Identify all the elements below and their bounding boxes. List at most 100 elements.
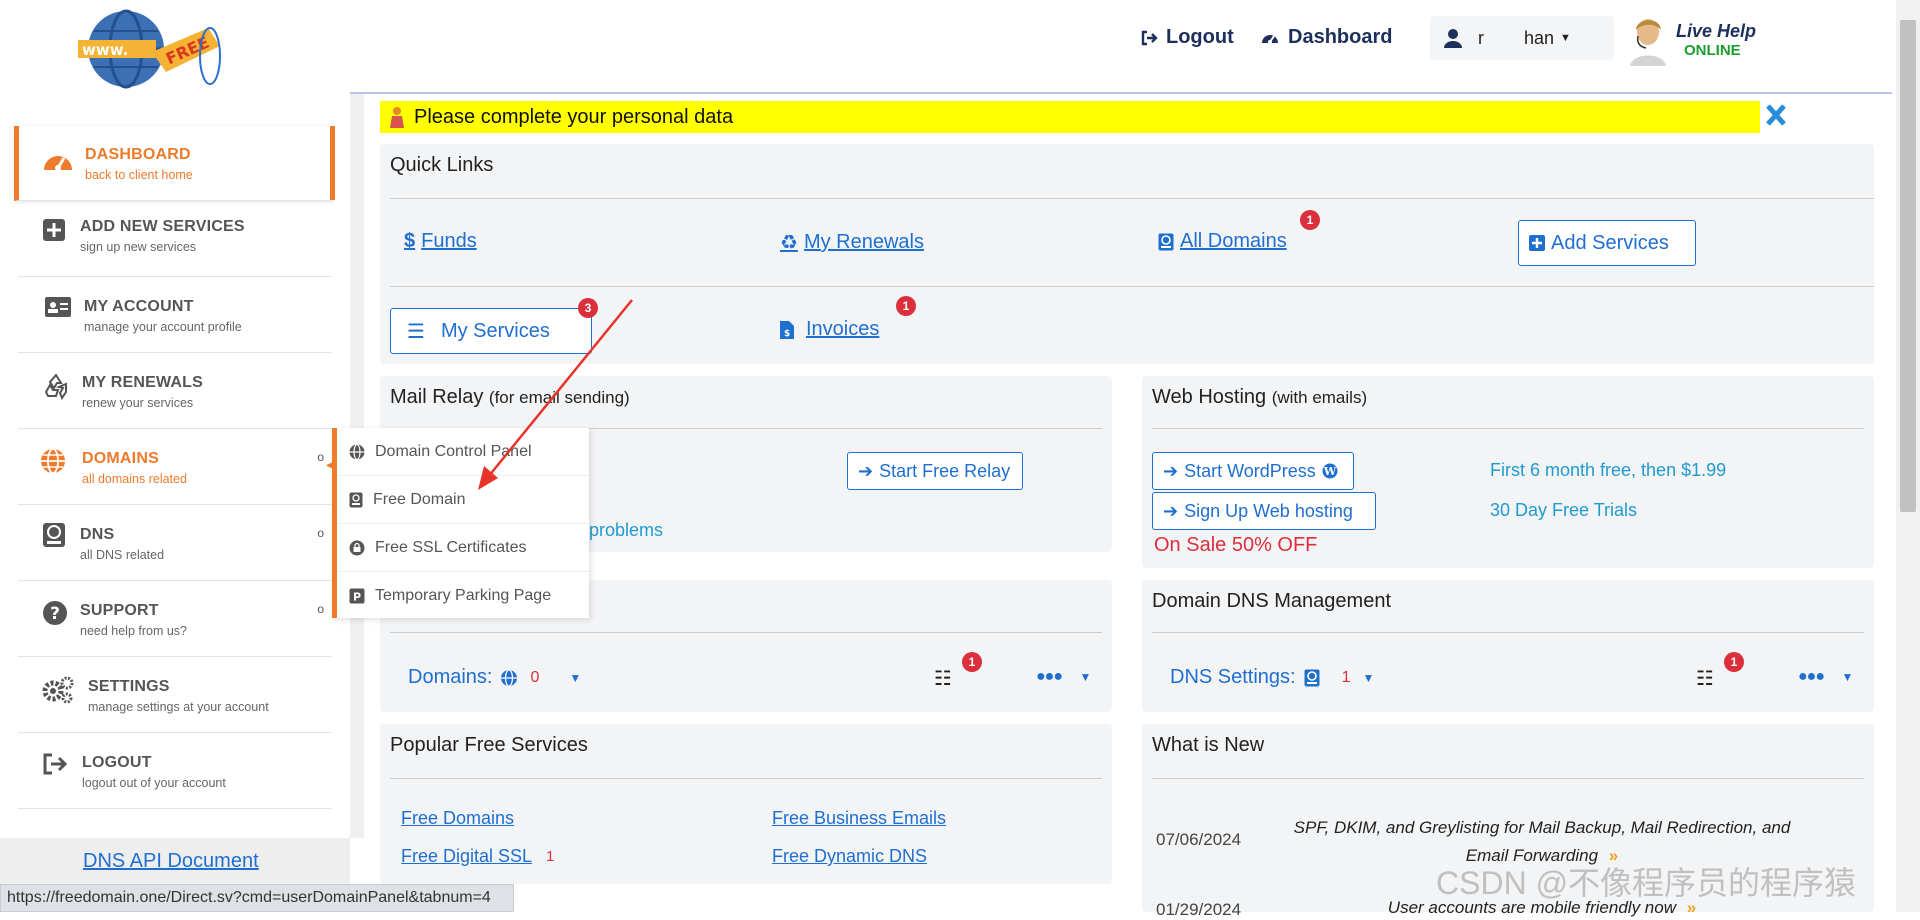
all-domains-link[interactable]: All Domains [1158, 230, 1287, 253]
globe-icon [349, 443, 365, 460]
svg-text:www.: www. [82, 41, 128, 59]
sidebar-item-subtitle: renew your services [82, 396, 194, 410]
sidebar-item-dns[interactable]: DNS all DNS related o [18, 506, 332, 581]
recycle-icon: ♻ [780, 232, 798, 254]
sidebar-item-add-new-services[interactable]: ADD NEW SERVICES sign up new services [18, 202, 332, 277]
sidebar-item-title: SETTINGS [88, 678, 170, 695]
free-digital-ssl-link[interactable]: Free Digital SSL [401, 846, 532, 867]
invoices-label: Invoices [806, 318, 880, 340]
sidebar-item-my-account[interactable]: MY ACCOUNT manage your account profile [18, 278, 332, 353]
sign-up-web-hosting-label: Sign Up Web hosting [1184, 500, 1353, 521]
sidebar-item-subtitle: sign up new services [80, 240, 197, 254]
web-hosting-panel: Web Hosting (with emails) ➔ Start WordPr… [1142, 376, 1874, 568]
start-free-relay-button[interactable]: ➔ Start Free Relay [847, 452, 1023, 490]
funds-link[interactable]: $ Funds [404, 230, 477, 253]
submenu-bullet: o [317, 450, 324, 464]
dns-server-icon [43, 523, 65, 547]
sidebar-item-title: MY RENEWALS [82, 374, 204, 391]
sidebar-item-support[interactable]: ? SUPPORT need help from us? o [18, 582, 332, 657]
divider [1152, 428, 1864, 429]
news-date: 01/29/2024 [1156, 900, 1242, 919]
sidebar-item-subtitle: manage your account profile [84, 320, 242, 334]
sidebar-item-logout[interactable]: LOGOUT logout out of your account [18, 734, 332, 809]
submenu-item-parking-page[interactable]: P Temporary Parking Page [337, 572, 589, 619]
live-help-widget[interactable]: Live Help ONLINE [1628, 14, 1756, 66]
sidebar-item-domains[interactable]: DOMAINS all domains related o [18, 430, 332, 505]
web-hosting-title-text: Web Hosting [1152, 386, 1267, 408]
user-icon [1444, 29, 1462, 48]
sidebar-item-subtitle: all domains related [82, 472, 187, 486]
dns-settings-dropdown[interactable]: DNS Settings: 1 ▼ [1170, 666, 1374, 689]
sidebar-item-subtitle: logout out of your account [82, 776, 226, 790]
user-menu-dropdown[interactable]: r han ▼ [1430, 16, 1614, 60]
site-logo[interactable]: www. FREE [74, 6, 226, 92]
arrow-circle-right-icon: ➔ [1163, 460, 1179, 481]
list-icon: ☰ [407, 320, 425, 343]
start-wordpress-button[interactable]: ➔ Start WordPress W [1152, 452, 1354, 490]
submenu-label: Temporary Parking Page [375, 586, 552, 604]
personal-data-banner: Please complete your personal data [380, 101, 1760, 133]
dns-api-document-link[interactable]: DNS API Document [83, 850, 259, 873]
my-renewals-link[interactable]: ♻ My Renewals [780, 230, 924, 255]
cogs-icon [42, 676, 74, 704]
add-services-label: Add Services [1551, 231, 1669, 254]
recycle-icon [44, 373, 67, 400]
web-hosting-title: Web Hosting (with emails) [1152, 386, 1367, 409]
warning-person-icon [390, 107, 404, 128]
domains-dropdown[interactable]: Domains: 0 ▼ [408, 666, 581, 689]
domains-label: Domains: [408, 666, 493, 688]
watermark: CSDN @不像程序员的程序猿 [1436, 865, 1857, 901]
invoices-badge: 1 [896, 296, 916, 316]
svg-text:$: $ [784, 329, 790, 339]
funds-label: Funds [421, 230, 477, 252]
dashboard-gauge-icon [1262, 34, 1278, 44]
globe-icon [41, 448, 65, 474]
submenu-item-free-ssl[interactable]: Free SSL Certificates [337, 524, 589, 572]
arrow-circle-right-icon: ➔ [858, 460, 874, 481]
free-business-emails-link[interactable]: Free Business Emails [772, 808, 946, 829]
divider [390, 198, 1874, 199]
sale-text: On Sale 50% OFF [1154, 534, 1318, 556]
caret-down-icon: ▼ [569, 670, 582, 685]
logout-label: Logout [1166, 26, 1234, 48]
id-badge-icon [349, 492, 363, 507]
sign-up-web-hosting-button[interactable]: ➔ Sign Up Web hosting [1152, 492, 1376, 530]
dns-settings-label: DNS Settings: [1170, 666, 1296, 688]
sidebar-item-dashboard[interactable]: DASHBOARD back to client home [14, 126, 335, 201]
sign-out-icon [1141, 30, 1158, 45]
caret-down-icon: ▼ [1362, 670, 1375, 685]
add-services-button[interactable]: Add Services [1518, 220, 1696, 266]
svg-text:?: ? [50, 604, 60, 624]
sidebar-item-subtitle: back to client home [85, 168, 193, 182]
sidebar-item-my-renewals[interactable]: MY RENEWALS renew your services [18, 354, 332, 429]
parking-icon: P [349, 588, 365, 603]
sidebar-item-settings[interactable]: SETTINGS manage settings at your account [18, 658, 332, 733]
free-ssl-count: 1 [546, 848, 555, 865]
question-circle-icon: ? [43, 601, 67, 625]
logout-link[interactable]: Logout [1140, 26, 1234, 49]
web-hosting-title-suffix: (with emails) [1271, 388, 1368, 407]
invoices-link[interactable]: $ Invoices [780, 318, 879, 341]
all-domains-badge: 1 [1300, 210, 1320, 230]
sidebar-item-subtitle: manage settings at your account [88, 700, 269, 714]
sidebar-item-title: LOGOUT [82, 754, 152, 771]
sign-out-icon [43, 753, 68, 775]
sidebar-item-subtitle: need help from us? [80, 624, 188, 638]
promo-first-6-months: First 6 month free, then $1.99 [1490, 460, 1727, 480]
divider [390, 286, 1874, 287]
scrollbar-thumb[interactable] [1900, 20, 1916, 512]
tasks-list-icon[interactable]: ☷ [1696, 666, 1714, 691]
domains-count: 0 [530, 668, 540, 686]
more-options-icon[interactable]: ●●● ▼ [1798, 668, 1853, 686]
tasks-list-icon[interactable]: ☷ [934, 666, 952, 691]
wordpress-icon: W [1322, 463, 1338, 479]
more-options-icon[interactable]: ●●● ▼ [1036, 668, 1091, 686]
dashboard-link[interactable]: Dashboard [1260, 26, 1392, 49]
free-domains-link[interactable]: Free Domains [401, 808, 514, 829]
quick-links-title: Quick Links [390, 154, 494, 176]
close-banner-icon[interactable] [1764, 102, 1788, 128]
free-dynamic-dns-link[interactable]: Free Dynamic DNS [772, 846, 927, 867]
plus-square-icon [43, 219, 65, 241]
live-help-title: Live Help [1676, 21, 1757, 41]
sidebar-item-subtitle: all DNS related [80, 548, 165, 562]
